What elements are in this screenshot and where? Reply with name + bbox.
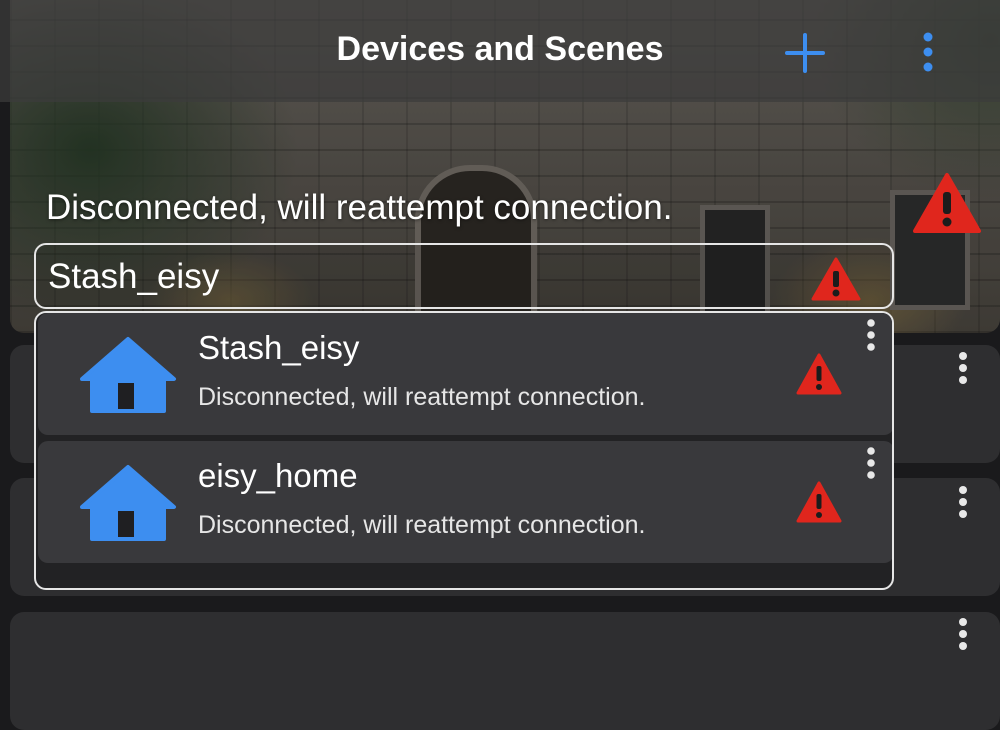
- home-icon: [80, 337, 176, 413]
- controller-selector[interactable]: Stash_eisy: [34, 243, 894, 309]
- item-menu-icon[interactable]: [860, 445, 882, 481]
- warning-triangle-icon: [811, 257, 861, 301]
- selected-controller: Stash_eisy: [48, 257, 220, 296]
- controller-status: Disconnected, will reattempt connection.: [198, 383, 646, 411]
- controller-name: Stash_eisy: [198, 329, 360, 366]
- page-title: Devices and Scenes: [336, 30, 664, 68]
- warning-triangle-icon: [913, 173, 981, 233]
- warning-triangle-icon: [796, 353, 842, 395]
- card-menu-icon[interactable]: [951, 350, 975, 390]
- vertical-ellipsis-icon[interactable]: [916, 30, 940, 76]
- list-item[interactable]: Stash_eisy Disconnected, will reattempt …: [38, 313, 892, 435]
- card-menu-icon[interactable]: [951, 484, 975, 524]
- top-navigation-bar: Devices and Scenes: [0, 0, 1000, 102]
- plus-icon[interactable]: [782, 30, 828, 76]
- item-menu-icon[interactable]: [860, 317, 882, 353]
- warning-triangle-icon: [796, 481, 842, 523]
- card-menu-icon[interactable]: [951, 616, 975, 656]
- device-card[interactable]: [10, 612, 1000, 730]
- controller-dropdown-list: Stash_eisy Disconnected, will reattempt …: [34, 311, 894, 590]
- list-item[interactable]: eisy_home Disconnected, will reattempt c…: [38, 441, 892, 563]
- controller-name: eisy_home: [198, 457, 358, 494]
- connection-status-text: Disconnected, will reattempt connection.: [46, 188, 673, 227]
- home-icon: [80, 465, 176, 541]
- controller-status: Disconnected, will reattempt connection.: [198, 511, 646, 539]
